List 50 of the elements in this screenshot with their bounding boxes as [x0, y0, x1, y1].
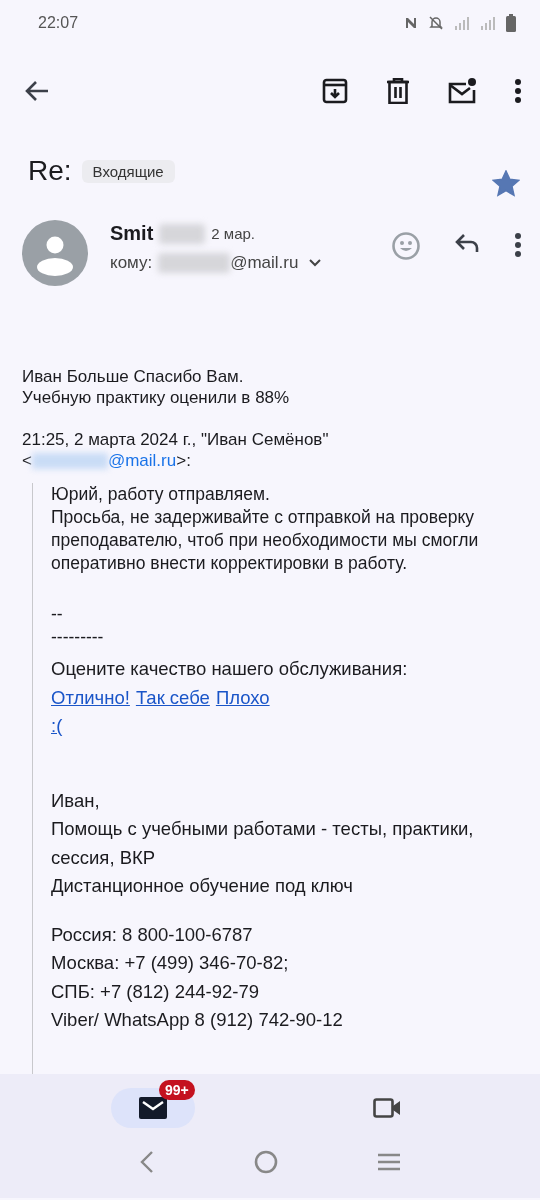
- chevron-down-icon[interactable]: [308, 258, 323, 268]
- rating-prompt: Оцените качество нашего обслуживания:: [51, 657, 409, 681]
- bracket-text: <: [22, 450, 32, 471]
- menu-icon[interactable]: [376, 1152, 401, 1172]
- avatar-icon: [22, 220, 88, 286]
- signature-text: Иван,: [51, 788, 101, 813]
- mail-icon: [139, 1097, 167, 1119]
- nfc-icon: [404, 15, 418, 31]
- archive-icon[interactable]: [322, 78, 348, 104]
- delete-icon[interactable]: [386, 78, 410, 104]
- mail-unread-icon[interactable]: [448, 78, 476, 104]
- redacted-text: [159, 223, 206, 244]
- phone-text: Москва: +7 (499) 346-70-82;: [51, 951, 290, 975]
- more-icon[interactable]: [514, 78, 522, 104]
- signal-icon: [454, 15, 470, 31]
- signal-icon: [480, 15, 496, 31]
- back-icon[interactable]: [139, 1150, 156, 1174]
- message-date: 2 мар.: [211, 225, 256, 242]
- phone-text: СПБ: +7 (812) 244-92-79: [51, 979, 260, 1004]
- signature-text: Дистанционное обучение под ключ: [51, 874, 354, 898]
- email-link[interactable]: @mail.ru: [107, 450, 177, 471]
- email-subject: Re:: [28, 155, 72, 187]
- phone-text: Viber/ WhatsApp 8 (912) 742-90-12: [51, 1008, 344, 1032]
- rating-link[interactable]: Так себе: [135, 686, 210, 708]
- rating-link[interactable]: :(: [51, 715, 63, 736]
- recipient-address: @mail.ru: [230, 253, 299, 273]
- inbox-label[interactable]: Входящие: [81, 159, 175, 183]
- more-icon[interactable]: [514, 232, 522, 258]
- recipient-label: кому:: [110, 253, 153, 273]
- separator-text: --: [51, 603, 64, 626]
- rating-link[interactable]: Отлично!: [51, 686, 130, 708]
- quoted-text: Просьба, не задерживайте с отправкой на проверку преподавателю, чтоб при необходимости мы смогли оперативно внести корректировки в работу.: [51, 506, 480, 575]
- star-icon[interactable]: [492, 169, 520, 197]
- home-icon[interactable]: [254, 1150, 278, 1174]
- muted-bell-icon: [428, 15, 444, 31]
- message-text: Иван Больше Спасибо Вам.: [22, 366, 245, 387]
- status-time: 22:07: [38, 14, 79, 32]
- message-text: Учебную практику оценили в 88%: [22, 387, 291, 408]
- reply-icon[interactable]: [454, 232, 480, 254]
- quoted-text: Юрий, работу отправляем.: [51, 483, 271, 506]
- quote-header: 21:25, 2 марта 2024 г., "Иван Семёнов": [22, 429, 330, 450]
- rating-link[interactable]: Плохо: [215, 686, 270, 708]
- separator-text: ---------: [51, 626, 105, 649]
- phone-text: Россия: 8 800-100-6787: [51, 922, 254, 947]
- sender-name: Smit: [110, 222, 154, 245]
- battery-icon: [506, 14, 516, 32]
- signature-text: Помощь с учебными работами - тесты, практики, сессия, ВКР: [51, 817, 475, 870]
- bracket-text: >:: [176, 450, 191, 471]
- video-camera-icon: [373, 1098, 401, 1118]
- unread-count-badge: 99+: [159, 1080, 195, 1100]
